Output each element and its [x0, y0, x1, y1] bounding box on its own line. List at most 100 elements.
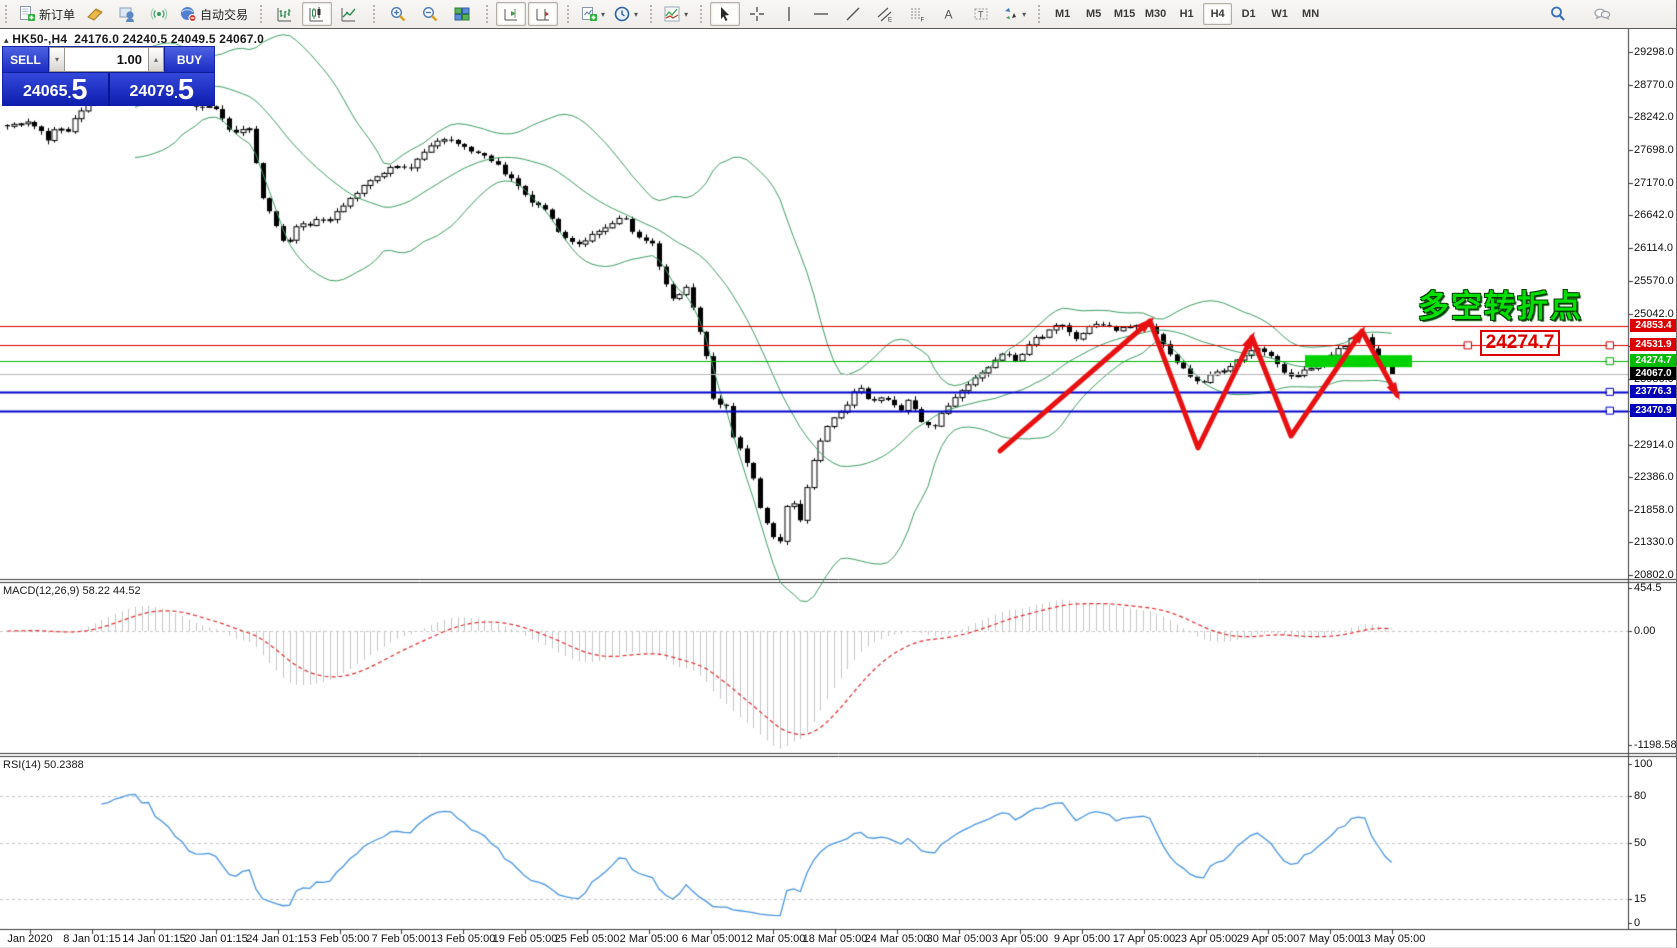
buy-price-main: 24079	[129, 83, 174, 100]
line-chart-icon	[340, 5, 358, 23]
rsi-scale-label: 50	[1634, 837, 1647, 849]
macd-scale-label: -1198.58	[1634, 739, 1677, 751]
chart-window: ▴ HK50-,H4 24176.0 24240.5 24049.5 24067…	[0, 29, 1677, 948]
hline-icon	[812, 5, 830, 23]
svg-text:A: A	[945, 8, 953, 22]
price-level-badge: 24531.9	[1630, 338, 1676, 351]
timeframe-m30-button[interactable]: M30	[1141, 3, 1170, 25]
chart-shift-button[interactable]	[528, 2, 559, 26]
buy-price-display[interactable]: 24079 . 5	[109, 73, 214, 106]
toolbar-group-grip	[373, 5, 378, 23]
broadcast-icon	[150, 5, 168, 23]
template-button[interactable]	[80, 2, 110, 26]
window-marker-icon: ▴	[4, 35, 9, 45]
zoom-out-button[interactable]	[415, 2, 445, 26]
autoscroll-button[interactable]	[496, 2, 527, 26]
text-button[interactable]: A	[934, 2, 964, 26]
timeframe-w1-button[interactable]: W1	[1265, 3, 1294, 25]
candles-view-button[interactable]	[302, 2, 333, 26]
zoom-in-button[interactable]	[383, 2, 413, 26]
price-axis-tick-label: 22386.0	[1634, 471, 1674, 483]
indicators-button[interactable]: ▾	[660, 2, 691, 26]
trendline-icon	[844, 5, 862, 23]
gold-template-icon	[86, 5, 104, 23]
search-button[interactable]	[1543, 2, 1573, 26]
toolbar-group-grip	[260, 5, 265, 23]
volume-input[interactable]	[65, 51, 148, 68]
price-axis-tick-label: 27170.0	[1634, 177, 1674, 189]
channel-icon: E	[876, 5, 894, 23]
chat-icon	[1593, 5, 1611, 23]
buy-button[interactable]: BUY	[164, 47, 214, 72]
price-axis-tick-label: 21858.0	[1634, 504, 1674, 516]
chart-shift-icon	[534, 5, 552, 23]
timeframe-h1-button[interactable]: H1	[1172, 3, 1201, 25]
crosshair-button[interactable]	[742, 2, 772, 26]
toolbar-group-grip	[700, 5, 705, 23]
sell-price-main: 24065	[22, 83, 68, 100]
svg-text:T: T	[978, 10, 984, 20]
line-view-button[interactable]	[334, 2, 364, 26]
shapes-button[interactable]: ▾	[998, 2, 1029, 26]
zoom-out-icon	[421, 5, 439, 23]
rsi-scale-label: 100	[1634, 758, 1653, 770]
new-order-button[interactable]: 新订单	[15, 2, 78, 26]
profile-button[interactable]	[112, 2, 142, 26]
autoscroll-icon	[502, 5, 520, 23]
label-button[interactable]: T	[966, 2, 996, 26]
toolbar-group-grip	[567, 5, 572, 23]
toolbar-group-grip	[1038, 5, 1043, 23]
boxed-price-annotation: 24274.7	[1480, 330, 1560, 356]
sell-price-pip: 5	[71, 74, 88, 106]
chart-ohlc-header: ▴ HK50-,H4 24176.0 24240.5 24049.5 24067…	[4, 32, 264, 46]
dropdown-caret-icon: ▾	[1022, 9, 1027, 19]
hline-button[interactable]	[806, 2, 836, 26]
price-level-badge: 23470.9	[1630, 404, 1676, 417]
sell-button[interactable]: SELL	[3, 47, 49, 72]
timeframe-m1-button[interactable]: M1	[1048, 3, 1077, 25]
cursor-button[interactable]	[710, 2, 741, 26]
ohlc-values: 24176.0 24240.5 24049.5 24067.0	[74, 32, 265, 46]
rsi-scale-label: 0	[1634, 917, 1641, 929]
bars-view-button[interactable]	[270, 2, 300, 26]
candlestick-icon	[308, 5, 326, 23]
timeframe-m15-button[interactable]: M15	[1110, 3, 1139, 25]
sell-price-display[interactable]: 24065 . 5	[3, 73, 110, 106]
timeframe-m5-button[interactable]: M5	[1079, 3, 1108, 25]
chart-canvas[interactable]	[0, 29, 1676, 948]
timeframe-d1-button[interactable]: D1	[1234, 3, 1263, 25]
tile-windows-button[interactable]	[447, 2, 477, 26]
autotrading-button[interactable]: 自动交易	[176, 2, 251, 26]
fibonacci-button[interactable]: F	[902, 2, 932, 26]
clock-icon	[613, 5, 631, 23]
price-axis-tick-label: 25570.0	[1634, 275, 1674, 287]
price-level-badge: 24274.7	[1630, 354, 1676, 367]
timeframe-h4-button[interactable]: H4	[1203, 3, 1233, 25]
label-icon: T	[972, 5, 990, 23]
price-axis-tick-label: 22914.0	[1634, 439, 1674, 451]
rsi-scale-label: 15	[1634, 893, 1647, 905]
profiles-button[interactable]: ▾	[610, 2, 641, 26]
autotrading-icon	[179, 5, 197, 23]
crosshair-icon	[748, 5, 766, 23]
broadcast-button[interactable]	[144, 2, 174, 26]
main-toolbar: 新订单 自动交易 ▾ ▾ ▾ E F A T ▾ M1 M5 M15 M30 H1 H4 D1 W1 MN	[0, 0, 1676, 29]
zoom-in-icon	[389, 5, 407, 23]
chat-button[interactable]	[1587, 2, 1617, 26]
volume-increase-button[interactable]: ▴	[148, 47, 164, 72]
volume-decrease-button[interactable]: ▾	[49, 47, 65, 72]
price-level-badge: 24067.0	[1630, 367, 1676, 380]
timeframe-mn-button[interactable]: MN	[1296, 3, 1325, 25]
new-order-icon	[18, 5, 36, 23]
volume-field-wrap	[65, 47, 148, 72]
turning-point-annotation: 多空转折点	[1418, 289, 1583, 324]
price-level-badge: 23776.3	[1630, 385, 1676, 398]
price-axis-tick-label: 26114.0	[1634, 242, 1673, 254]
channel-button[interactable]: E	[870, 2, 900, 26]
price-axis-tick-label: 27698.0	[1634, 144, 1674, 156]
text-icon: A	[940, 5, 958, 23]
svg-text:F: F	[921, 18, 925, 24]
trendline-button[interactable]	[838, 2, 868, 26]
vline-button[interactable]	[774, 2, 804, 26]
new-chart-button[interactable]: ▾	[577, 2, 608, 26]
